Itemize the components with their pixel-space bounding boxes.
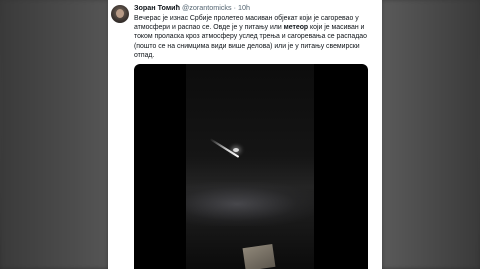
smoke-trail bbox=[186, 182, 314, 226]
tweet-text: Вечерас је изнас Србије пролетео масиван… bbox=[134, 14, 376, 60]
meteor-glow bbox=[233, 148, 239, 152]
foreground-object bbox=[242, 244, 276, 269]
video-frame bbox=[186, 64, 314, 269]
tweet-timestamp[interactable]: 10h bbox=[238, 3, 250, 12]
tweet-video[interactable] bbox=[134, 64, 368, 269]
author-name[interactable]: Зоран Томић bbox=[134, 3, 180, 12]
tweet-header: Зоран Томић @zorantomicks · 10h bbox=[134, 3, 250, 13]
separator-dot: · bbox=[233, 3, 237, 12]
background-right bbox=[382, 0, 480, 269]
avatar[interactable] bbox=[111, 5, 129, 23]
tweet-card[interactable]: Зоран Томић @zorantomicks · 10h Вечерас … bbox=[108, 0, 382, 269]
avatar-face bbox=[116, 9, 124, 18]
tweet-text-bold: метеор bbox=[283, 24, 309, 32]
author-handle[interactable]: @zorantomicks bbox=[182, 3, 232, 12]
background-left bbox=[0, 0, 108, 269]
